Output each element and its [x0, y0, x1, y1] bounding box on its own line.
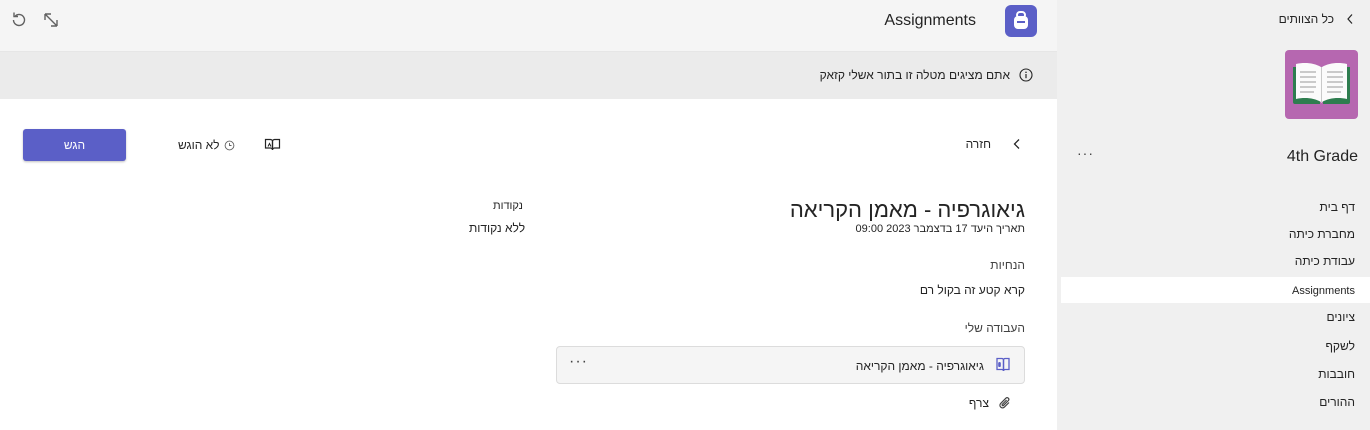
team-avatar	[1285, 50, 1358, 119]
assignment-title: גיאוגרפיה - מאמן הקריאה	[789, 197, 1025, 222]
sidebar-item-assignments[interactable]: Assignments	[1061, 277, 1370, 303]
view-as-banner: אתם מציגים מטלה זו בתור אשלי קזאק	[0, 52, 1057, 99]
main-pane: Assignments אתם מציגים מטלה זו בתור אשלי…	[0, 0, 1057, 430]
info-icon	[1019, 68, 1033, 82]
instructions-text: קרא קטע זה בקול רם	[919, 283, 1025, 297]
back-link[interactable]: חזרה	[966, 137, 991, 151]
sidebar-item-label: מחברת כיתה	[1288, 227, 1355, 241]
sidebar-item-grades[interactable]: ציונים	[1061, 304, 1370, 330]
top-bar: Assignments	[0, 0, 1057, 52]
team-more-button[interactable]: ···	[1077, 145, 1094, 161]
work-item-more-button[interactable]: ···	[569, 353, 588, 371]
turn-in-button[interactable]: הגש	[23, 129, 126, 161]
immersive-reader-icon[interactable]	[264, 137, 281, 152]
book-icon	[1293, 63, 1350, 104]
due-date: תאריך היעד 17 בדצמבר 2023 09:00	[855, 223, 1025, 235]
sidebar-item-label: לשקף	[1325, 339, 1355, 353]
sidebar-item-reflect[interactable]: לשקף	[1061, 333, 1370, 359]
sidebar-item-label: דף בית	[1319, 200, 1355, 214]
sidebar-item-label: חובבות	[1318, 367, 1355, 381]
my-work-label: העבודה שלי	[964, 321, 1025, 335]
points-label: נקודות	[493, 200, 523, 212]
sidebar-item-home[interactable]: דף בית	[1061, 194, 1370, 220]
expand-icon[interactable]	[41, 10, 61, 30]
sidebar-item-hobbies[interactable]: חובבות	[1061, 361, 1370, 387]
sidebar-item-parents[interactable]: ההורים	[1061, 389, 1370, 415]
work-item-name: גיאוגרפיה - מאמן הקריאה	[855, 359, 984, 373]
refresh-icon[interactable]	[9, 10, 29, 30]
chevron-left-icon[interactable]	[1012, 138, 1022, 150]
sidebar-item-label: ההורים	[1319, 395, 1355, 409]
team-name: 4th Grade	[1286, 148, 1358, 165]
chevron-left-icon[interactable]	[1346, 13, 1354, 25]
all-teams-link[interactable]: כל הצוותים	[1279, 12, 1334, 26]
sidebar-item-classwork[interactable]: עבודת כיתה	[1061, 248, 1370, 274]
app-title: Assignments	[884, 12, 976, 29]
assignments-app-icon	[1005, 5, 1037, 37]
attach-button[interactable]: צרף	[969, 396, 989, 410]
banner-text: אתם מציגים מטלה זו בתור אשלי קזאק	[819, 68, 1010, 82]
sidebar-item-label: Assignments	[1292, 285, 1355, 297]
paperclip-icon[interactable]	[998, 395, 1012, 411]
work-item-card[interactable]: גיאוגרפיה - מאמן הקריאה ···	[556, 346, 1025, 384]
sidebar-item-class-notebook[interactable]: מחברת כיתה	[1061, 221, 1370, 247]
points-value: ללא נקודות	[469, 221, 526, 235]
submission-status: לא הוגש	[178, 138, 220, 152]
team-sidebar: כל הצוותים 4th Grade ··· דף בית מחברת כי…	[1057, 0, 1370, 430]
sidebar-item-label: עבודת כיתה	[1294, 254, 1355, 268]
clock-icon	[224, 140, 235, 151]
reading-coach-icon	[996, 357, 1010, 372]
instructions-label: הנחיות	[990, 258, 1025, 272]
sidebar-item-label: ציונים	[1326, 310, 1355, 324]
